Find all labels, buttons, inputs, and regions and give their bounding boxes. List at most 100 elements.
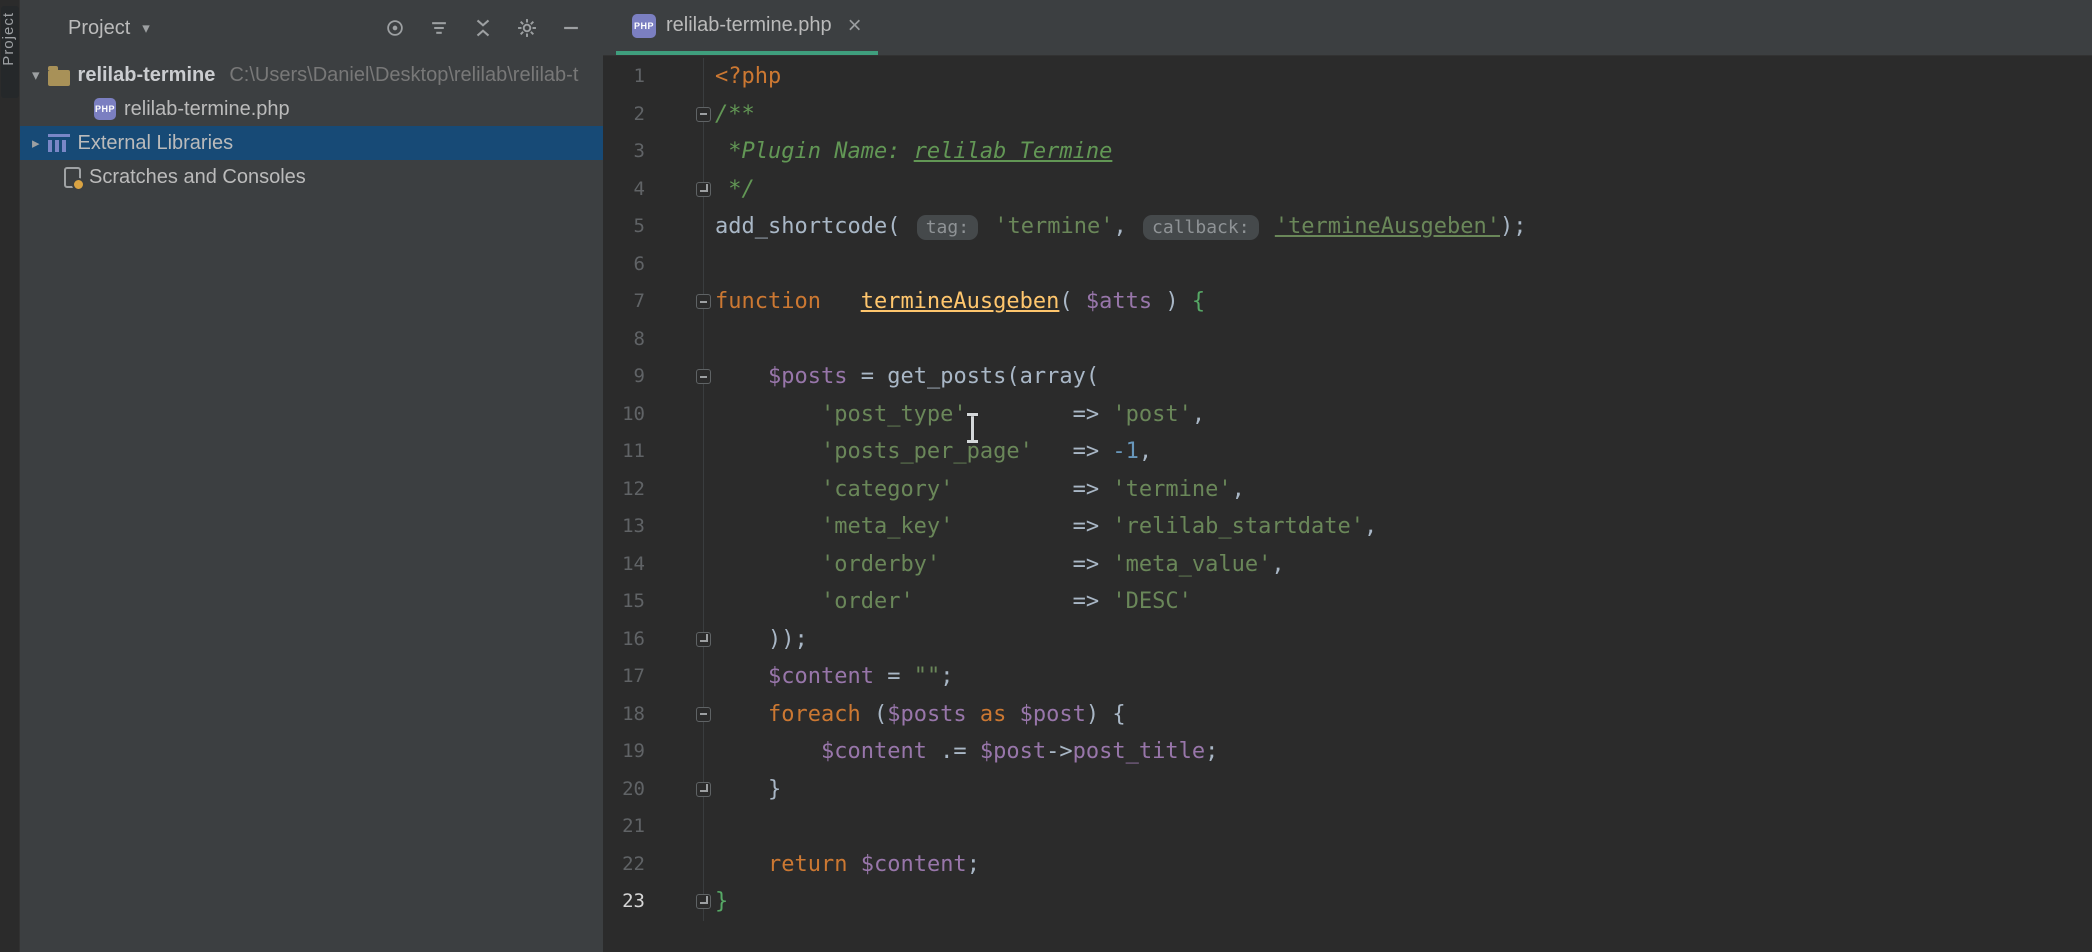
project-panel: Project ▾	[20, 0, 603, 952]
fold-column	[645, 182, 703, 197]
code-token: =	[847, 364, 887, 389]
line-number[interactable]: 20	[603, 771, 645, 809]
code-line[interactable]: 7 function termineAusgeben( $atts ) {	[603, 283, 2092, 321]
line-number[interactable]: 21	[603, 808, 645, 846]
line-number[interactable]: 23	[603, 883, 645, 921]
code-token: 'termine'	[994, 214, 1113, 239]
fold-open-icon[interactable]	[696, 294, 711, 309]
line-number[interactable]: 10	[603, 396, 645, 434]
code-line[interactable]: 17 $content = "";	[603, 658, 2092, 696]
filter-icon[interactable]	[427, 16, 451, 40]
code-text[interactable]: $content .= $post->post_title;	[703, 733, 1218, 771]
code-line[interactable]: 19 $content .= $post->post_title;	[603, 733, 2092, 771]
code-text[interactable]: 'orderby' => 'meta_value',	[703, 546, 1285, 584]
code-line[interactable]: 22 return $content;	[603, 846, 2092, 884]
chevron-right-icon[interactable]: ▸	[32, 134, 40, 152]
code-text[interactable]: ));	[703, 621, 808, 659]
code-token: ;	[940, 664, 953, 689]
line-number[interactable]: 16	[603, 621, 645, 659]
code-text[interactable]: }	[703, 771, 781, 809]
line-number[interactable]: 6	[603, 246, 645, 284]
code-line[interactable]: 8	[603, 321, 2092, 359]
code-text[interactable]: function termineAusgeben( $atts ) {	[703, 283, 1205, 321]
line-number[interactable]: 9	[603, 358, 645, 396]
code-line[interactable]: 1 <?php	[603, 58, 2092, 96]
fold-open-icon[interactable]	[696, 369, 711, 384]
hide-panel-icon[interactable]	[559, 16, 583, 40]
line-number[interactable]: 18	[603, 696, 645, 734]
line-number[interactable]: 8	[603, 321, 645, 359]
code-token: ;	[967, 852, 980, 877]
fold-end-icon[interactable]	[696, 894, 711, 909]
line-number[interactable]: 13	[603, 508, 645, 546]
line-number[interactable]: 7	[603, 283, 645, 321]
line-number[interactable]: 5	[603, 208, 645, 246]
code-text[interactable]: add_shortcode( tag: 'termine', callback:…	[703, 208, 1526, 247]
line-number[interactable]: 1	[603, 58, 645, 96]
tool-window-stripe: Project	[0, 0, 20, 952]
project-view-selector[interactable]: Project ▾	[68, 17, 150, 40]
code-text[interactable]: 'category' => 'termine',	[703, 471, 1245, 509]
code-text[interactable]: $content = "";	[703, 658, 953, 696]
code-line[interactable]: 10 'post_type' => 'post',	[603, 396, 2092, 434]
code-line[interactable]: 15 'order' => 'DESC'	[603, 583, 2092, 621]
code-line[interactable]: 20 }	[603, 771, 2092, 809]
collapse-all-icon[interactable]	[471, 16, 495, 40]
line-number[interactable]: 17	[603, 658, 645, 696]
code-token: -1	[1112, 439, 1139, 464]
fold-open-icon[interactable]	[696, 107, 711, 122]
code-text[interactable]: 'order' => 'DESC'	[703, 583, 1192, 621]
locate-file-icon[interactable]	[383, 16, 407, 40]
code-line[interactable]: 4 */	[603, 171, 2092, 209]
tree-item-project-root[interactable]: ▾ relilab-termine C:\Users\Daniel\Deskto…	[20, 58, 603, 92]
code-line[interactable]: 16 ));	[603, 621, 2092, 659]
line-number[interactable]: 3	[603, 133, 645, 171]
code-text[interactable]: *Plugin Name: relilab Termine	[703, 133, 1112, 171]
code-line[interactable]: 3 *Plugin Name: relilab Termine	[603, 133, 2092, 171]
code-line[interactable]: 18 foreach ($posts as $post) {	[603, 696, 2092, 734]
line-number[interactable]: 14	[603, 546, 645, 584]
settings-gear-icon[interactable]	[515, 16, 539, 40]
code-text[interactable]: $posts = get_posts(array(	[703, 358, 1099, 396]
code-token	[715, 739, 821, 764]
code-line[interactable]: 9 $posts = get_posts(array(	[603, 358, 2092, 396]
line-number[interactable]: 12	[603, 471, 645, 509]
code-text[interactable]: return $content;	[703, 846, 980, 884]
stripe-project-label[interactable]: Project	[0, 12, 20, 66]
line-number[interactable]: 22	[603, 846, 645, 884]
code-line[interactable]: 5 add_shortcode( tag: 'termine', callback…	[603, 208, 2092, 246]
line-number[interactable]: 2	[603, 96, 645, 134]
code-text[interactable]: 'meta_key' => 'relilab_startdate',	[703, 508, 1377, 546]
code-token: 'meta_key'	[821, 514, 953, 539]
code-token: (	[1059, 289, 1086, 314]
code-line[interactable]: 21	[603, 808, 2092, 846]
fold-end-icon[interactable]	[696, 182, 711, 197]
code-token: =	[874, 664, 914, 689]
line-number[interactable]: 15	[603, 583, 645, 621]
code-editor[interactable]: 1 <?php2/**3 *Plugin Name: relilab Termin…	[603, 56, 2092, 952]
line-number[interactable]: 11	[603, 433, 645, 471]
code-line[interactable]: 12 'category' => 'termine',	[603, 471, 2092, 509]
code-text[interactable]: 'posts_per_page' => -1,	[703, 433, 1152, 471]
close-icon[interactable]: ×	[848, 14, 862, 38]
code-line[interactable]: 23}	[603, 883, 2092, 921]
code-line[interactable]: 6	[603, 246, 2092, 284]
code-text[interactable]: 'post_type' => 'post',	[703, 396, 1205, 434]
tree-item-external-libraries[interactable]: ▸ External Libraries	[20, 126, 603, 160]
tree-root-path: C:\Users\Daniel\Desktop\relilab\relilab-…	[229, 64, 578, 87]
code-line[interactable]: 2/**	[603, 96, 2092, 134]
line-number[interactable]: 4	[603, 171, 645, 209]
code-text[interactable]: foreach ($posts as $post) {	[703, 696, 1126, 734]
fold-end-icon[interactable]	[696, 782, 711, 797]
tree-item-scratches[interactable]: Scratches and Consoles	[20, 160, 603, 194]
code-text[interactable]: <?php	[703, 58, 781, 96]
tree-item-php-file[interactable]: PHP relilab-termine.php	[20, 92, 603, 126]
editor-tab-active[interactable]: PHP relilab-termine.php ×	[616, 0, 878, 55]
chevron-down-icon[interactable]: ▾	[32, 66, 40, 84]
fold-open-icon[interactable]	[696, 707, 711, 722]
code-line[interactable]: 11 'posts_per_page' => -1,	[603, 433, 2092, 471]
fold-end-icon[interactable]	[696, 632, 711, 647]
line-number[interactable]: 19	[603, 733, 645, 771]
code-line[interactable]: 13 'meta_key' => 'relilab_startdate',	[603, 508, 2092, 546]
code-line[interactable]: 14 'orderby' => 'meta_value',	[603, 546, 2092, 584]
